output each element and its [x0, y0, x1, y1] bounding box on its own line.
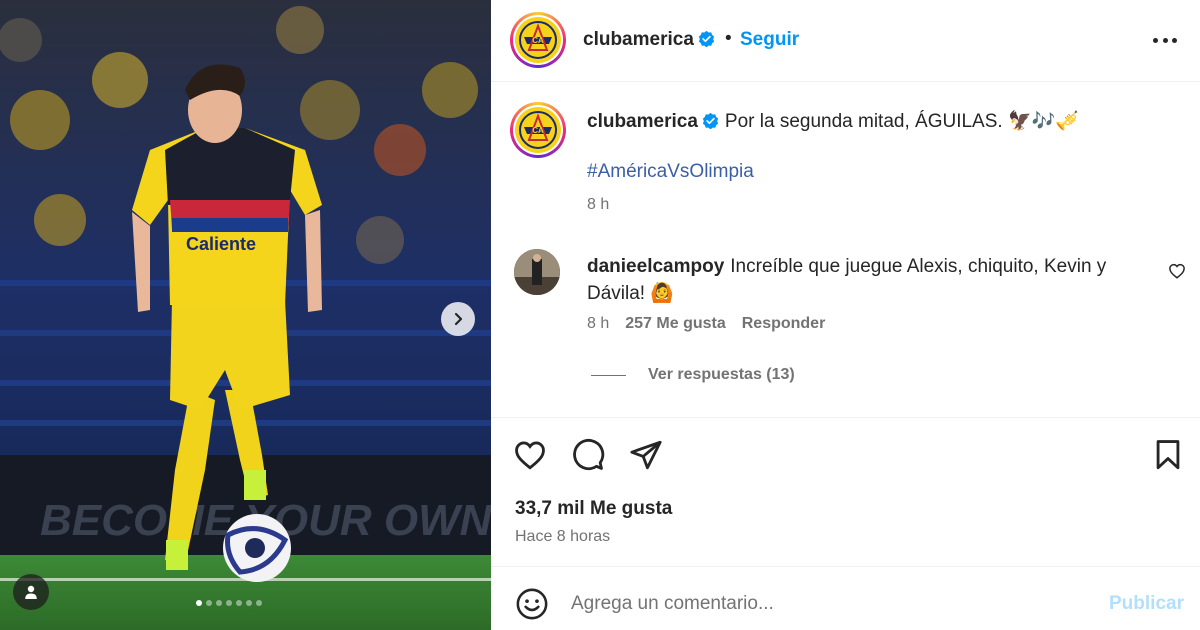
author-username[interactable]: clubamerica: [583, 29, 694, 50]
post-likes-count[interactable]: 33,7 mil Me gusta: [515, 498, 672, 520]
carousel-dot: [226, 600, 232, 606]
commenter-avatar[interactable]: [514, 249, 560, 295]
post-header: CA clubamerica • Seguir: [491, 0, 1200, 82]
chevron-right-icon: [454, 312, 463, 326]
hashtag-link[interactable]: #AméricaVsOlimpia: [587, 161, 754, 183]
svg-text:CA: CA: [532, 126, 544, 135]
verified-badge-icon: [698, 30, 715, 47]
replies-divider-line: [591, 374, 626, 376]
club-america-logo-icon: CA: [519, 21, 557, 59]
post-details-panel: CA clubamerica • Seguir CA clubamerica Po…: [491, 0, 1200, 630]
svg-text:CA: CA: [532, 36, 544, 45]
emoji-smiley-icon[interactable]: [515, 587, 549, 621]
carousel-dot: [216, 600, 222, 606]
caption-author-avatar[interactable]: CA: [510, 102, 566, 158]
composer-divider: [491, 566, 1200, 567]
svg-text:Caliente: Caliente: [186, 234, 256, 254]
caption: clubamerica Por la segunda mitad, ÁGUILAS…: [587, 109, 1079, 133]
carousel-dot: [236, 600, 242, 606]
caption-username[interactable]: clubamerica: [587, 111, 698, 132]
comment-timestamp[interactable]: 8 h: [587, 315, 609, 332]
comment-likes[interactable]: 257 Me gusta: [625, 315, 725, 332]
follow-button[interactable]: Seguir: [740, 29, 799, 51]
comment: danieelcampoy Increíble que juegue Alexis…: [587, 253, 1147, 307]
save-bookmark-icon[interactable]: [1151, 438, 1185, 472]
carousel-dot: [196, 600, 202, 606]
post-actions: [491, 438, 1200, 474]
comment-input[interactable]: [571, 590, 1091, 618]
club-america-logo-icon: CA: [519, 111, 557, 149]
like-heart-icon[interactable]: [513, 438, 547, 472]
carousel-indicator: [196, 600, 262, 606]
user-icon: [25, 585, 37, 599]
tagged-users-button[interactable]: [13, 574, 49, 610]
publish-button[interactable]: Publicar: [1109, 593, 1184, 615]
share-paper-plane-icon[interactable]: [629, 438, 663, 472]
verified-badge-icon: [702, 112, 719, 129]
actions-divider: [491, 417, 1200, 418]
caption-text: Por la segunda mitad, ÁGUILAS. 🦅🎶🎺: [724, 111, 1079, 132]
next-slide-button[interactable]: [441, 302, 475, 336]
more-options-icon[interactable]: [1153, 30, 1177, 50]
carousel-dot: [256, 600, 262, 606]
carousel-dot: [246, 600, 252, 606]
comment-like-heart-icon[interactable]: [1168, 262, 1186, 280]
comment-bubble-icon[interactable]: [571, 438, 605, 472]
post-photo[interactable]: BECOME YOUR OWN HERO Caliente: [0, 0, 491, 630]
view-replies-label: Ver respuestas (13): [648, 366, 795, 383]
comment-username[interactable]: danieelcampoy: [587, 256, 724, 277]
author-name-row: clubamerica: [583, 29, 715, 51]
photo-scene: BECOME YOUR OWN HERO Caliente: [0, 0, 491, 630]
reply-button[interactable]: Responder: [742, 315, 826, 332]
post-timestamp[interactable]: Hace 8 horas: [515, 528, 610, 546]
author-avatar[interactable]: CA: [510, 12, 566, 68]
view-replies-button[interactable]: Ver respuestas (13): [591, 366, 795, 384]
header-separator: •: [725, 28, 732, 49]
comment-meta: 8 h 257 Me gusta Responder: [587, 315, 825, 333]
carousel-dot: [206, 600, 212, 606]
caption-timestamp[interactable]: 8 h: [587, 196, 609, 214]
commenter-photo: [514, 249, 560, 295]
